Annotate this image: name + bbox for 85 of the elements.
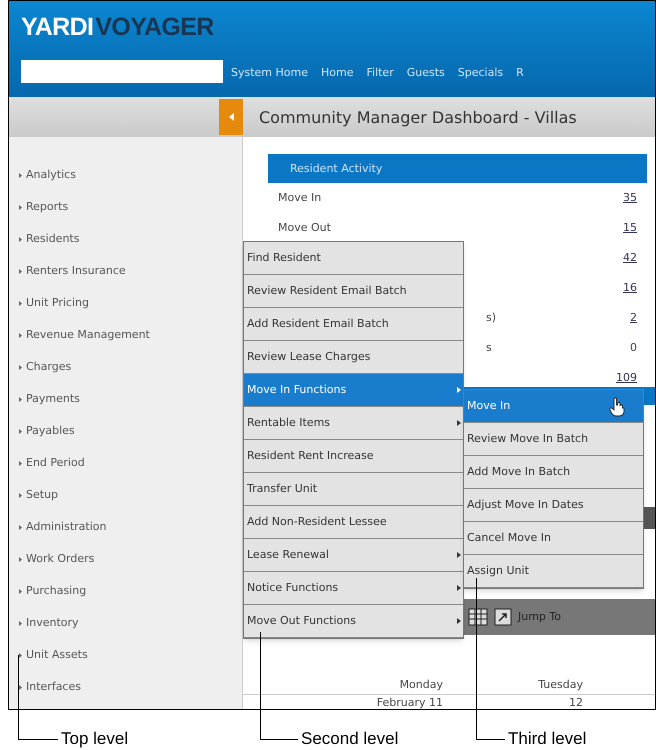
- logo-text: VOYAGER: [95, 12, 214, 43]
- caret-icon: [19, 556, 22, 562]
- date-label: 12: [569, 696, 583, 708]
- count-link[interactable]: 2: [630, 310, 637, 326]
- caret-icon: [19, 428, 22, 434]
- sidebar-item[interactable]: Residents: [26, 230, 80, 248]
- caret-icon: [19, 332, 22, 338]
- menu-item[interactable]: Adjust Move In Dates: [464, 489, 643, 522]
- sidebar-item[interactable]: Payments: [26, 390, 80, 408]
- caret-icon: [19, 524, 22, 530]
- count-value: 0: [630, 340, 637, 356]
- sidebar-item[interactable]: End Period: [26, 454, 85, 472]
- count-link[interactable]: 42: [623, 250, 637, 266]
- sidebar-item[interactable]: Analytics: [26, 166, 76, 184]
- hand-cursor-icon: [609, 397, 625, 417]
- caret-icon: [19, 396, 22, 402]
- caret-icon: [19, 236, 22, 242]
- menu-item[interactable]: Review Resident Email Batch: [244, 275, 463, 308]
- sidebar-item[interactable]: Work Orders: [26, 550, 94, 568]
- logo-text: YARDI: [21, 12, 94, 43]
- menu-item[interactable]: Move In Functions: [244, 374, 463, 407]
- sidebar-item[interactable]: Payables: [26, 422, 75, 440]
- nav-link[interactable]: Specials: [458, 65, 504, 82]
- date-label: February 11: [376, 696, 443, 708]
- nav-link[interactable]: Filter: [366, 65, 394, 82]
- nav-link[interactable]: System Home: [231, 65, 308, 82]
- menu-item[interactable]: Assign Unit: [464, 555, 643, 588]
- sidebar-item[interactable]: Revenue Management: [26, 326, 150, 344]
- submenu-arrow-icon: [457, 585, 461, 591]
- count-link[interactable]: 109: [616, 370, 637, 386]
- sidebar-item[interactable]: Inventory: [26, 614, 79, 632]
- caret-icon: [19, 684, 22, 690]
- section-header: Resident Activity: [268, 154, 647, 183]
- caret-icon: [19, 172, 22, 178]
- submenu-arrow-icon: [457, 618, 461, 624]
- menu-item[interactable]: Move Out Functions: [244, 605, 463, 638]
- submenu-arrow-icon: [457, 552, 461, 558]
- sidebar-item[interactable]: Charges: [26, 358, 72, 376]
- sidebar-item[interactable]: Purchasing: [26, 582, 86, 600]
- jump-link[interactable]: Jump To: [518, 608, 561, 626]
- caret-icon: [19, 492, 22, 498]
- annotation-label: Top level: [61, 730, 128, 747]
- nav-link[interactable]: Guests: [406, 65, 445, 82]
- caret-icon: [19, 652, 22, 658]
- page-title: Community Manager Dashboard - Villas: [259, 107, 577, 129]
- row-label: s: [486, 340, 492, 356]
- caret-icon: [19, 300, 22, 306]
- annotation-label: Second level: [301, 730, 398, 747]
- row-label: Move In: [278, 190, 322, 206]
- sidebar-item[interactable]: Reports: [26, 198, 68, 216]
- menu-item[interactable]: Review Move In Batch: [464, 423, 643, 456]
- annotation-label: Third level: [508, 730, 586, 747]
- day-heading: Tuesday: [538, 678, 583, 691]
- search-field[interactable]: [21, 60, 223, 83]
- sidebar-item[interactable]: Setup: [26, 486, 58, 504]
- day-heading: Monday: [400, 678, 443, 691]
- count-link[interactable]: 16: [623, 280, 637, 296]
- sidebar-item[interactable]: Interfaces: [26, 678, 81, 696]
- row-label: Move Out: [278, 220, 331, 236]
- caret-icon: [19, 620, 22, 626]
- caret-icon: [19, 588, 22, 594]
- caret-icon: [228, 113, 234, 121]
- nav-link[interactable]: Home: [321, 65, 354, 82]
- menu-item[interactable]: Add Move In Batch: [464, 456, 643, 489]
- sidebar-item[interactable]: Unit Assets: [26, 646, 88, 664]
- row-label: s): [486, 310, 496, 326]
- caret-icon: [19, 204, 22, 210]
- submenu-arrow-icon: [457, 387, 461, 393]
- caret-icon: [19, 364, 22, 370]
- menu-item[interactable]: Move In: [464, 390, 643, 423]
- jump-icon[interactable]: [494, 608, 512, 626]
- menu-item[interactable]: Add Resident Email Batch: [244, 308, 463, 341]
- caret-icon: [19, 460, 22, 466]
- nav-link[interactable]: R: [516, 65, 524, 82]
- submenu-arrow-icon: [457, 420, 461, 426]
- caret-icon: [19, 268, 22, 274]
- menu-item[interactable]: Find Resident: [244, 242, 463, 275]
- count-link[interactable]: 15: [623, 220, 637, 236]
- grid-icon[interactable]: [468, 608, 488, 626]
- sidebar-item[interactable]: Administration: [26, 518, 106, 536]
- sidebar-item[interactable]: Unit Pricing: [26, 294, 89, 312]
- count-link[interactable]: 35: [623, 190, 637, 206]
- menu-item[interactable]: Cancel Move In: [464, 522, 643, 555]
- sidebar-item[interactable]: Renters Insurance: [26, 262, 126, 280]
- menu-item[interactable]: Notice Functions: [244, 572, 463, 605]
